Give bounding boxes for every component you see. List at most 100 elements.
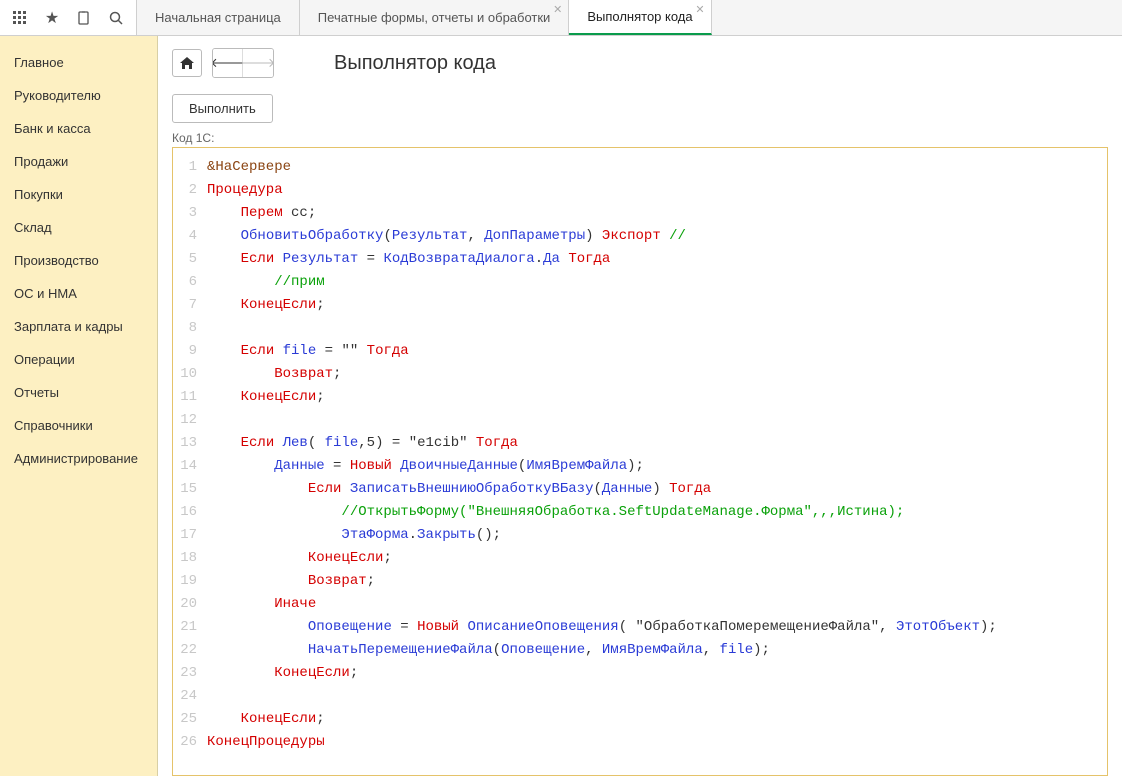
sidebar-item-7[interactable]: ОС и НМА bbox=[0, 277, 157, 310]
tab-0[interactable]: Начальная страница bbox=[137, 0, 300, 35]
code-line: 11 КонецЕсли; bbox=[177, 386, 1103, 409]
code-text: КонецЕсли; bbox=[207, 708, 1103, 731]
apps-icon[interactable] bbox=[4, 0, 36, 36]
line-number: 22 bbox=[177, 639, 207, 662]
code-line: 13 Если Лев( file,5) = "e1cib" Тогда bbox=[177, 432, 1103, 455]
line-number: 15 bbox=[177, 478, 207, 501]
line-number: 9 bbox=[177, 340, 207, 363]
line-number: 25 bbox=[177, 708, 207, 731]
code-line: 16 //ОткрытьФорму("ВнешняяОбработка.Seft… bbox=[177, 501, 1103, 524]
tab-1[interactable]: Печатные формы, отчеты и обработки✕ bbox=[300, 0, 570, 35]
code-line: 6 //прим bbox=[177, 271, 1103, 294]
clipboard-icon[interactable] bbox=[68, 0, 100, 36]
tab-label: Печатные формы, отчеты и обработки bbox=[318, 10, 551, 25]
code-text: Перем сс; bbox=[207, 202, 1103, 225]
line-number: 8 bbox=[177, 317, 207, 340]
tab-label: Начальная страница bbox=[155, 10, 281, 25]
sidebar-item-1[interactable]: Руководителю bbox=[0, 79, 157, 112]
sidebar-item-3[interactable]: Продажи bbox=[0, 145, 157, 178]
star-icon[interactable]: ★ bbox=[36, 0, 68, 36]
tab-2[interactable]: Выполнятор кода✕ bbox=[569, 0, 711, 35]
code-line: 19 Возврат; bbox=[177, 570, 1103, 593]
code-line: 25 КонецЕсли; bbox=[177, 708, 1103, 731]
line-number: 13 bbox=[177, 432, 207, 455]
code-text: КонецЕсли; bbox=[207, 386, 1103, 409]
code-line: 10 Возврат; bbox=[177, 363, 1103, 386]
code-line: 15 Если ЗаписатьВнешниюОбработкуВБазу(Да… bbox=[177, 478, 1103, 501]
quick-icons: ★ bbox=[0, 0, 137, 35]
sidebar-item-4[interactable]: Покупки bbox=[0, 178, 157, 211]
close-icon[interactable]: ✕ bbox=[553, 3, 562, 16]
line-number: 14 bbox=[177, 455, 207, 478]
code-text: КонецЕсли; bbox=[207, 662, 1103, 685]
run-button[interactable]: Выполнить bbox=[172, 94, 273, 123]
code-text: Возврат; bbox=[207, 363, 1103, 386]
code-text: Если file = "" Тогда bbox=[207, 340, 1103, 363]
code-line: 1&НаСервере bbox=[177, 156, 1103, 179]
tabs: Начальная страница Печатные формы, отчеты… bbox=[137, 0, 712, 35]
home-button[interactable] bbox=[172, 49, 202, 77]
sidebar-item-8[interactable]: Зарплата и кадры bbox=[0, 310, 157, 343]
code-line: 5 Если Результат = КодВозвратаДиалога.Да… bbox=[177, 248, 1103, 271]
code-line: 22 НачатьПеремещениеФайла(Оповещение, Им… bbox=[177, 639, 1103, 662]
search-icon[interactable] bbox=[100, 0, 132, 36]
sidebar-item-5[interactable]: Склад bbox=[0, 211, 157, 244]
line-number: 20 bbox=[177, 593, 207, 616]
sidebar-item-10[interactable]: Отчеты bbox=[0, 376, 157, 409]
code-text: НачатьПеремещениеФайла(Оповещение, ИмяВр… bbox=[207, 639, 1103, 662]
sidebar-item-6[interactable]: Производство bbox=[0, 244, 157, 277]
sidebar-item-0[interactable]: Главное bbox=[0, 46, 157, 79]
page-title: Выполнятор кода bbox=[334, 52, 496, 75]
line-number: 26 bbox=[177, 731, 207, 754]
code-label: Код 1С: bbox=[172, 131, 1108, 145]
nav-history: 🡐 🡒 bbox=[212, 48, 274, 78]
code-text: &НаСервере bbox=[207, 156, 1103, 179]
code-text bbox=[207, 317, 1103, 340]
sidebar-item-2[interactable]: Банк и касса bbox=[0, 112, 157, 145]
code-line: 8 bbox=[177, 317, 1103, 340]
code-text bbox=[207, 685, 1103, 708]
code-line: 4 ОбновитьОбработку(Результат, ДопПараме… bbox=[177, 225, 1103, 248]
code-line: 23 КонецЕсли; bbox=[177, 662, 1103, 685]
line-number: 23 bbox=[177, 662, 207, 685]
line-number: 2 bbox=[177, 179, 207, 202]
code-line: 3 Перем сс; bbox=[177, 202, 1103, 225]
sidebar-item-12[interactable]: Администрирование bbox=[0, 442, 157, 475]
line-number: 4 bbox=[177, 225, 207, 248]
line-number: 7 bbox=[177, 294, 207, 317]
back-button[interactable]: 🡐 bbox=[213, 49, 243, 77]
code-line: 9 Если file = "" Тогда bbox=[177, 340, 1103, 363]
line-number: 11 bbox=[177, 386, 207, 409]
code-text: //ОткрытьФорму("ВнешняяОбработка.SeftUpd… bbox=[207, 501, 1103, 524]
line-number: 10 bbox=[177, 363, 207, 386]
code-text: КонецЕсли; bbox=[207, 547, 1103, 570]
code-text: ОбновитьОбработку(Результат, ДопПараметр… bbox=[207, 225, 1103, 248]
code-line: 7 КонецЕсли; bbox=[177, 294, 1103, 317]
code-text: ЭтаФорма.Закрыть(); bbox=[207, 524, 1103, 547]
code-text: Иначе bbox=[207, 593, 1103, 616]
code-text: КонецПроцедуры bbox=[207, 731, 1103, 754]
code-text: КонецЕсли; bbox=[207, 294, 1103, 317]
forward-button[interactable]: 🡒 bbox=[243, 49, 273, 77]
sidebar: ГлавноеРуководителюБанк и кассаПродажиПо… bbox=[0, 36, 158, 776]
content-area: 🡐 🡒 Выполнятор кода Выполнить Код 1С: 1&… bbox=[158, 36, 1122, 776]
line-number: 1 bbox=[177, 156, 207, 179]
close-icon[interactable]: ✕ bbox=[695, 3, 704, 16]
content-header: 🡐 🡒 Выполнятор кода bbox=[172, 48, 1108, 78]
code-line: 26КонецПроцедуры bbox=[177, 731, 1103, 754]
line-number: 6 bbox=[177, 271, 207, 294]
code-line: 24 bbox=[177, 685, 1103, 708]
code-editor[interactable]: 1&НаСервере2Процедура3 Перем сс;4 Обнови… bbox=[172, 147, 1108, 776]
code-text bbox=[207, 409, 1103, 432]
line-number: 18 bbox=[177, 547, 207, 570]
line-number: 24 bbox=[177, 685, 207, 708]
sidebar-item-11[interactable]: Справочники bbox=[0, 409, 157, 442]
code-line: 18 КонецЕсли; bbox=[177, 547, 1103, 570]
sidebar-item-9[interactable]: Операции bbox=[0, 343, 157, 376]
line-number: 5 bbox=[177, 248, 207, 271]
code-line: 14 Данные = Новый ДвоичныеДанные(ИмяВрем… bbox=[177, 455, 1103, 478]
line-number: 16 bbox=[177, 501, 207, 524]
code-text: //прим bbox=[207, 271, 1103, 294]
code-text: Процедура bbox=[207, 179, 1103, 202]
code-text: Возврат; bbox=[207, 570, 1103, 593]
